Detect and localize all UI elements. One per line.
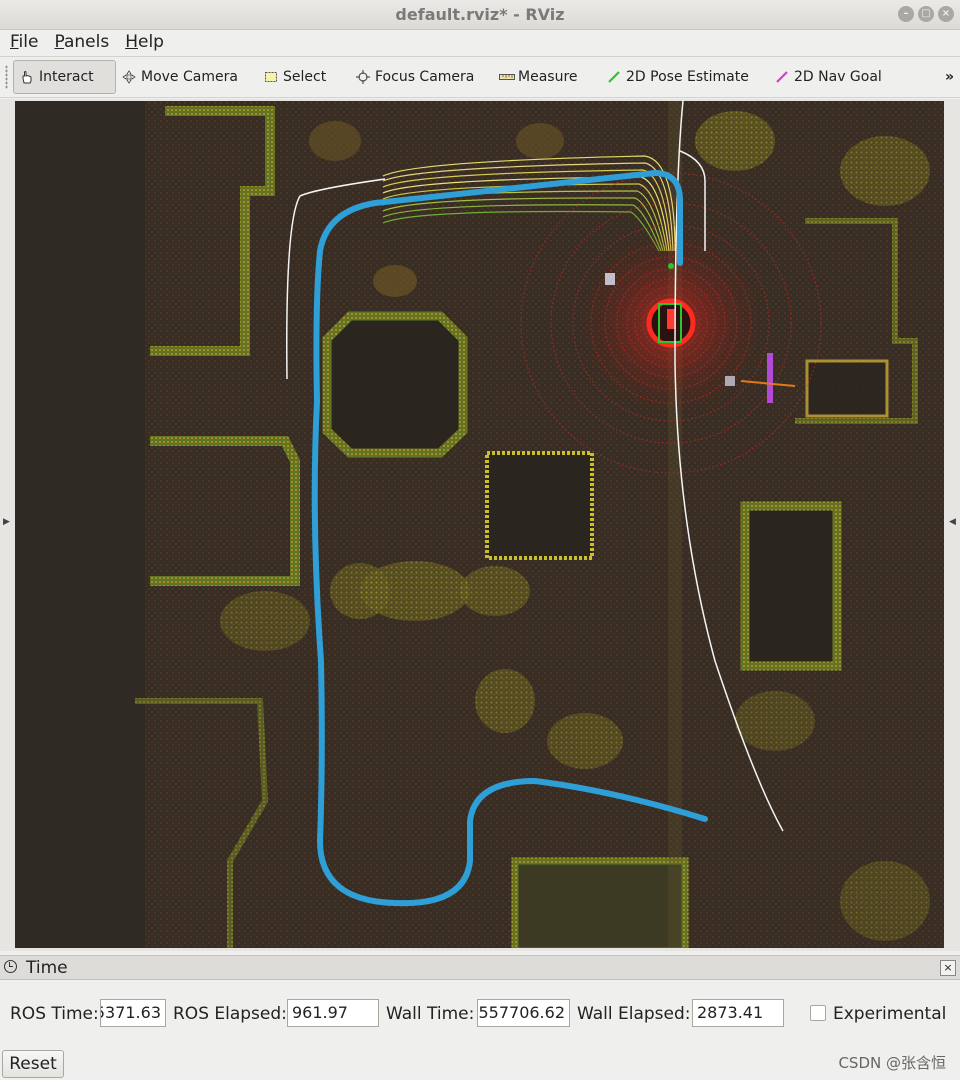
tool-focus-camera-label: Focus Camera <box>375 69 475 85</box>
menu-panels[interactable]: Panels <box>54 29 109 55</box>
tool-move-camera-label: Move Camera <box>141 69 238 85</box>
time-panel-title: Time <box>26 958 68 978</box>
render-viewport[interactable] <box>15 101 944 948</box>
menu-file[interactable]: File <box>10 29 38 55</box>
move-arrows-icon <box>122 70 136 84</box>
menu-file-accel: F <box>10 32 19 52</box>
ros-elapsed-label: ROS Elapsed: <box>173 1004 287 1024</box>
tool-interact[interactable]: Interact <box>13 60 116 94</box>
toolbar-overflow-button[interactable]: » <box>945 69 954 85</box>
menu-help-label: elp <box>137 32 164 52</box>
tool-select-label: Select <box>283 69 327 85</box>
tool-2d-pose-estimate[interactable]: 2D Pose Estimate <box>601 60 755 94</box>
experimental-checkbox[interactable] <box>810 1005 826 1021</box>
magenta-arrow-icon <box>775 70 789 84</box>
ros-elapsed-value: 961.97 <box>292 1003 348 1022</box>
left-panel-toggle-icon[interactable]: ▶ <box>3 517 10 527</box>
maximize-icon[interactable]: □ <box>918 6 934 22</box>
wall-time-field[interactable]: 557706.62 <box>477 999 570 1027</box>
experimental-label: Experimental <box>833 1004 947 1024</box>
menu-panels-accel: P <box>54 32 64 52</box>
minimize-icon[interactable]: – <box>898 6 914 22</box>
tool-2d-pose-estimate-label: 2D Pose Estimate <box>626 69 749 85</box>
right-panel-toggle-icon[interactable]: ◀ <box>949 517 956 527</box>
select-box-icon <box>264 70 278 84</box>
menu-panels-label: anels <box>63 32 110 52</box>
ros-elapsed-field[interactable]: 961.97 <box>287 999 379 1027</box>
green-arrow-icon <box>607 70 621 84</box>
tool-focus-camera[interactable]: Focus Camera <box>350 60 480 94</box>
menu-bar: File Panels Help <box>0 29 960 55</box>
point-cloud-scene <box>15 101 944 948</box>
time-panel-header: Time × <box>0 955 960 980</box>
clock-icon <box>4 960 17 973</box>
menu-help-accel: H <box>125 32 138 52</box>
wall-elapsed-field[interactable]: 2873.41 <box>692 999 784 1027</box>
tool-2d-nav-goal-label: 2D Nav Goal <box>794 69 882 85</box>
ruler-icon <box>499 70 515 84</box>
tool-select[interactable]: Select <box>258 60 332 94</box>
render-panel-frame: ▶ ◀ <box>0 99 960 951</box>
wall-elapsed-label: Wall Elapsed: <box>577 1004 691 1024</box>
wall-time-value: 557706.62 <box>478 1003 565 1022</box>
close-icon[interactable]: × <box>938 6 954 22</box>
reset-button[interactable]: Reset <box>2 1050 64 1078</box>
toolbar-grip[interactable] <box>5 65 8 89</box>
tool-bar: Interact Move Camera Select Focus Camera… <box>0 56 960 98</box>
tool-move-camera[interactable]: Move Camera <box>116 60 244 94</box>
menu-help[interactable]: Help <box>125 29 164 55</box>
tool-interact-label: Interact <box>39 69 94 85</box>
tool-2d-nav-goal[interactable]: 2D Nav Goal <box>769 60 888 94</box>
ros-time-field[interactable]: 5371.63 <box>100 999 166 1027</box>
window-titlebar: default.rviz* - RViz – □ × <box>0 0 960 30</box>
window-title: default.rviz* - RViz <box>395 5 565 24</box>
watermark-text: CSDN @张含恒 <box>838 1054 946 1072</box>
wall-time-label: Wall Time: <box>386 1004 475 1024</box>
menu-file-label: ile <box>18 32 39 52</box>
tool-measure-label: Measure <box>518 69 578 85</box>
ros-time-value: 5371.63 <box>100 1003 161 1022</box>
crosshair-icon <box>356 70 370 84</box>
ros-time-label: ROS Time: <box>10 1004 99 1024</box>
wall-elapsed-value: 2873.41 <box>697 1003 764 1022</box>
window-controls: – □ × <box>898 6 954 22</box>
hand-pointer-icon <box>20 70 34 84</box>
close-icon[interactable]: × <box>940 960 956 976</box>
tool-measure[interactable]: Measure <box>493 60 584 94</box>
